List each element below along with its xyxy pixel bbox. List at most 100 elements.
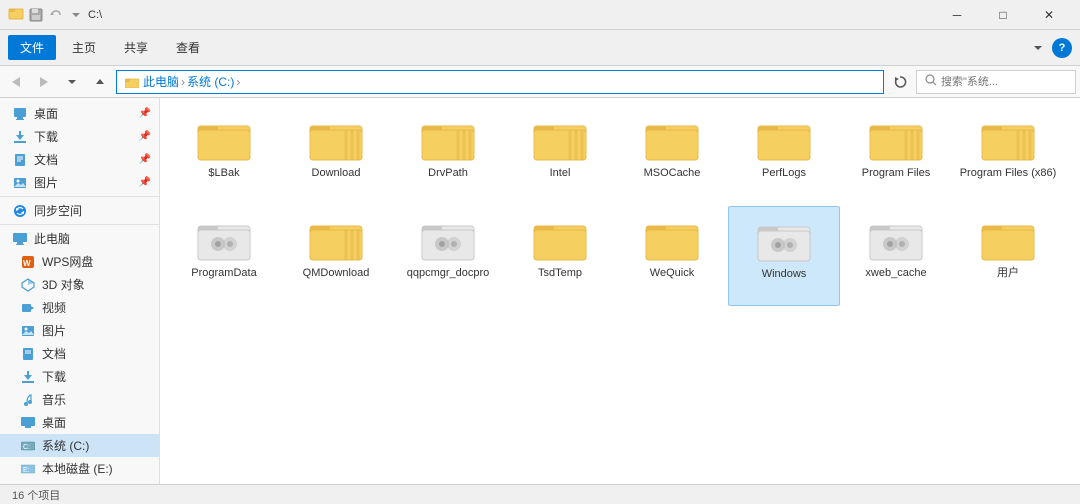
search-icon xyxy=(925,74,937,89)
sidebar-item-pics[interactable]: 图片 📌 xyxy=(0,171,159,194)
titlebar: C:\ ─ □ ✕ xyxy=(0,0,1080,30)
svg-text:E:: E: xyxy=(23,467,30,474)
maximize-button[interactable]: □ xyxy=(980,0,1026,30)
sidebar-label: 3D 对象 xyxy=(42,276,85,293)
folder-icon xyxy=(196,214,252,262)
folder-item[interactable]: qqpcmgr_docpro xyxy=(392,206,504,306)
sidebar-label: 系统 (C:) xyxy=(42,437,89,454)
folder-item[interactable]: Intel xyxy=(504,106,616,206)
folder-item[interactable]: QMDownload xyxy=(280,206,392,306)
ribbon-expand-button[interactable] xyxy=(1028,38,1048,58)
local-icon: E: xyxy=(20,461,36,477)
sidebar-label: 桌面 xyxy=(42,414,66,431)
sidebar-item-pics2[interactable]: 图片 xyxy=(0,319,159,342)
back-button[interactable] xyxy=(4,70,28,94)
sidebar-item-docs[interactable]: 文档 📌 xyxy=(0,148,159,171)
svg-text:W: W xyxy=(23,259,31,268)
folder-label: Windows xyxy=(762,267,807,281)
sidebar-item-thispc[interactable]: 此电脑 xyxy=(0,227,159,250)
dropdown-icon[interactable] xyxy=(68,7,84,23)
folder-label: qqpcmgr_docpro xyxy=(407,266,490,280)
sidebar-item-wps[interactable]: W WPS网盘 xyxy=(0,250,159,273)
forward-button[interactable] xyxy=(32,70,56,94)
folder-item[interactable]: xweb_cache xyxy=(840,206,952,306)
sidebar-label: 桌面 xyxy=(34,105,58,122)
sidebar-label: WPS网盘 xyxy=(42,253,93,270)
folder-icon xyxy=(868,214,924,262)
minimize-button[interactable]: ─ xyxy=(934,0,980,30)
folder-item[interactable]: MSOCache xyxy=(616,106,728,206)
folder-icon xyxy=(308,114,364,162)
sys-icon: C: xyxy=(20,438,36,454)
folder-item[interactable]: $LBak xyxy=(168,106,280,206)
folder-item[interactable]: Download xyxy=(280,106,392,206)
folder-grid: $LBak Download xyxy=(168,106,1072,306)
folder-label: DrvPath xyxy=(428,166,468,180)
sidebar-label: 视频 xyxy=(42,299,66,316)
wps-icon: W xyxy=(20,254,36,270)
download-icon xyxy=(12,129,28,145)
folder-label: Intel xyxy=(550,166,571,180)
sidebar-item-video[interactable]: 视频 xyxy=(0,296,159,319)
sidebar-item-sys[interactable]: C: 系统 (C:) xyxy=(0,434,159,457)
ribbon-tab-share[interactable]: 共享 xyxy=(112,35,160,60)
ribbon-tab-home[interactable]: 主页 xyxy=(60,35,108,60)
ribbon: 文件 主页 共享 查看 ? xyxy=(0,30,1080,66)
folder-item[interactable]: Windows xyxy=(728,206,840,306)
folder-label: 用户 xyxy=(997,266,1019,280)
titlebar-path: C:\ xyxy=(88,9,102,21)
search-input[interactable] xyxy=(941,76,1067,88)
folder-icon xyxy=(420,114,476,162)
folder-item[interactable]: ProgramData xyxy=(168,206,280,306)
search-box[interactable] xyxy=(916,70,1076,94)
folder-item[interactable]: TsdTemp xyxy=(504,206,616,306)
pc-icon xyxy=(12,231,28,247)
breadcrumb-pc[interactable]: 此电脑 xyxy=(143,73,179,90)
sidebar-label: 下载 xyxy=(34,128,58,145)
sidebar-label: 此电脑 xyxy=(34,230,70,247)
folder-label: PerfLogs xyxy=(762,166,806,180)
sidebar-item-desktop[interactable]: 桌面 📌 xyxy=(0,102,159,125)
breadcrumb-drive[interactable]: 系统 (C:) xyxy=(187,73,234,90)
sidebar-item-3d[interactable]: 3D 对象 xyxy=(0,273,159,296)
sidebar: 桌面 📌 下载 📌 文档 📌 图片 📌 xyxy=(0,98,160,484)
sidebar-item-net[interactable]: 网络 xyxy=(0,480,159,484)
folder-icon xyxy=(644,114,700,162)
sidebar-item-sync[interactable]: 同步空间 xyxy=(0,199,159,222)
up-button[interactable] xyxy=(88,70,112,94)
sidebar-item-download[interactable]: 下载 📌 xyxy=(0,125,159,148)
sidebar-item-docs2[interactable]: 文档 xyxy=(0,342,159,365)
ribbon-tab-file[interactable]: 文件 xyxy=(8,35,56,60)
folder-item[interactable]: Program Files xyxy=(840,106,952,206)
refresh-button[interactable] xyxy=(888,70,912,94)
folder-item[interactable]: WeQuick xyxy=(616,206,728,306)
sidebar-item-local[interactable]: E: 本地磁盘 (E:) xyxy=(0,457,159,480)
pin-icon: 📌 xyxy=(139,131,151,142)
sidebar-divider-1 xyxy=(0,196,159,197)
folder-item[interactable]: PerfLogs xyxy=(728,106,840,206)
desk2-icon xyxy=(20,415,36,431)
sidebar-label: 文档 xyxy=(42,345,66,362)
folder-item[interactable]: DrvPath xyxy=(392,106,504,206)
folder-item[interactable]: Program Files (x86) xyxy=(952,106,1064,206)
recent-button[interactable] xyxy=(60,70,84,94)
folder-icon xyxy=(980,214,1036,262)
folder-label: WeQuick xyxy=(650,266,694,280)
close-button[interactable]: ✕ xyxy=(1026,0,1072,30)
svg-text:C:: C: xyxy=(23,444,30,451)
video-icon xyxy=(20,300,36,316)
folder-label: xweb_cache xyxy=(865,266,926,280)
folder-label: $LBak xyxy=(208,166,239,180)
sidebar-item-music[interactable]: 音乐 xyxy=(0,388,159,411)
sidebar-item-desk2[interactable]: 桌面 xyxy=(0,411,159,434)
address-box[interactable]: 此电脑 › 系统 (C:) › xyxy=(116,70,884,94)
content-area: $LBak Download xyxy=(160,98,1080,484)
folder-label: ProgramData xyxy=(191,266,256,280)
ribbon-help-button[interactable]: ? xyxy=(1052,38,1072,58)
folder-item[interactable]: 用户 xyxy=(952,206,1064,306)
sidebar-item-dl2[interactable]: 下载 xyxy=(0,365,159,388)
sidebar-label: 本地磁盘 (E:) xyxy=(42,460,113,477)
sidebar-label: 图片 xyxy=(42,322,66,339)
folder-label: Program Files xyxy=(862,166,930,180)
ribbon-tab-view[interactable]: 查看 xyxy=(164,35,212,60)
